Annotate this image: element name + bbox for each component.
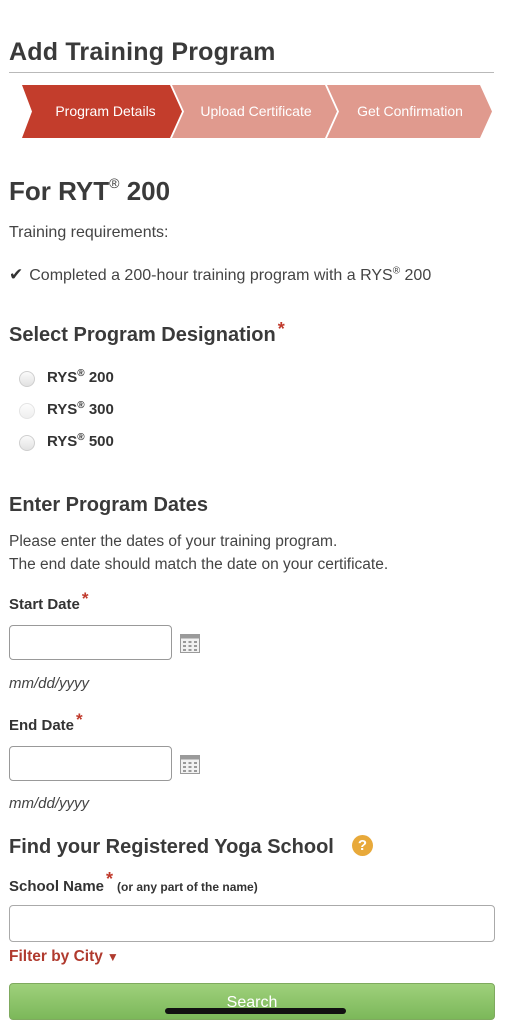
school-name-label: School Name * (or any part of the name): [9, 869, 258, 895]
page-title: Add Training Program: [9, 38, 276, 66]
checkmark-icon: ✔: [9, 265, 24, 284]
radio-option-rys-500[interactable]: RYS® 500: [19, 430, 114, 452]
radio-option-rys-200[interactable]: RYS® 200: [19, 366, 114, 388]
help-icon[interactable]: ?: [352, 835, 373, 856]
end-date-label: End Date *: [9, 710, 83, 734]
calendar-icon[interactable]: [180, 634, 200, 653]
radio-button[interactable]: [19, 371, 35, 387]
start-date-format-hint: mm/dd/yyyy: [9, 675, 90, 692]
start-date-label: Start Date *: [9, 589, 89, 613]
program-dates-description: Please enter the dates of your training …: [9, 533, 389, 573]
radio-button[interactable]: [19, 403, 35, 419]
end-date-input[interactable]: [9, 746, 172, 781]
requirement-item: ✔ Completed a 200-hour training program w…: [9, 265, 432, 284]
required-star: *: [277, 319, 285, 339]
step-program-details[interactable]: Program Details: [34, 85, 177, 138]
school-search-heading: Find your Registered Yoga School: [9, 836, 334, 858]
start-date-input[interactable]: [9, 625, 172, 660]
end-date-format-hint: mm/dd/yyyy: [9, 795, 90, 812]
requirements-label: Training requirements:: [9, 224, 169, 241]
home-indicator[interactable]: [165, 1008, 346, 1014]
school-name-input[interactable]: [9, 905, 495, 942]
radio-button[interactable]: [19, 435, 35, 451]
search-button[interactable]: Search: [9, 983, 495, 1020]
program-designation-heading: Select Program Designation *: [9, 319, 285, 346]
filter-by-city-link[interactable]: Filter by City ▼: [9, 948, 119, 966]
calendar-icon[interactable]: [180, 755, 200, 774]
designation-title: For RYT® 200: [9, 175, 171, 206]
triangle-down-icon: ▼: [106, 950, 119, 964]
step-upload-certificate[interactable]: Upload Certificate: [182, 85, 330, 138]
title-divider: [9, 72, 494, 73]
program-dates-heading: Enter Program Dates: [9, 494, 208, 516]
radio-option-rys-300[interactable]: RYS® 300: [19, 398, 114, 420]
progress-steps: Program Details Upload Certificate Get C…: [22, 85, 492, 138]
step-get-confirmation[interactable]: Get Confirmation: [337, 85, 483, 138]
